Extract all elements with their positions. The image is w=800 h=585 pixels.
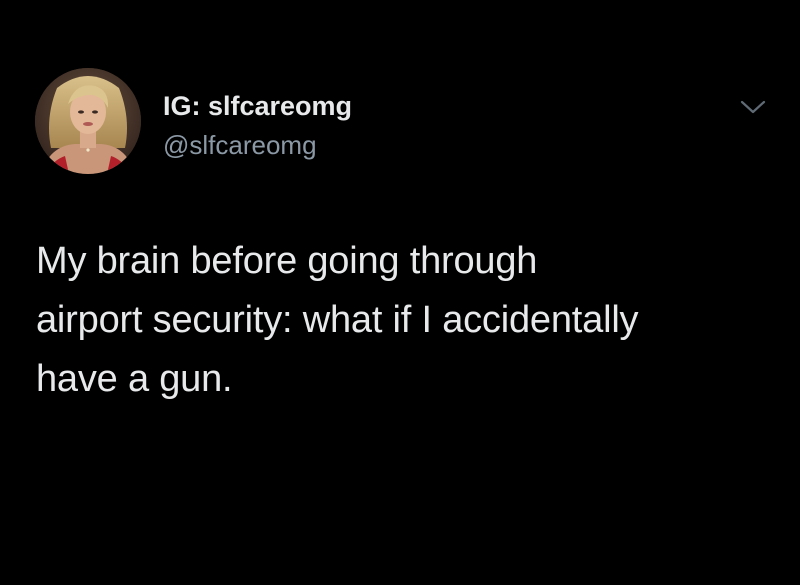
avatar[interactable]	[35, 68, 141, 174]
tweet-card: IG: slfcareomg @slfcareomg My brain befo…	[0, 0, 800, 585]
tweet-text: My brain before going through airport se…	[36, 232, 776, 409]
avatar-photo-icon	[35, 68, 141, 174]
chevron-down-icon[interactable]	[738, 96, 768, 118]
tweet-text-line: My brain before going through	[36, 240, 538, 282]
tweet-text-line: have a gun.	[36, 358, 233, 400]
author-handle[interactable]: @slfcareomg	[163, 129, 317, 161]
tweet-text-line: airport security: what if I accidentally	[36, 299, 639, 341]
author-display-name[interactable]: IG: slfcareomg	[163, 90, 352, 122]
